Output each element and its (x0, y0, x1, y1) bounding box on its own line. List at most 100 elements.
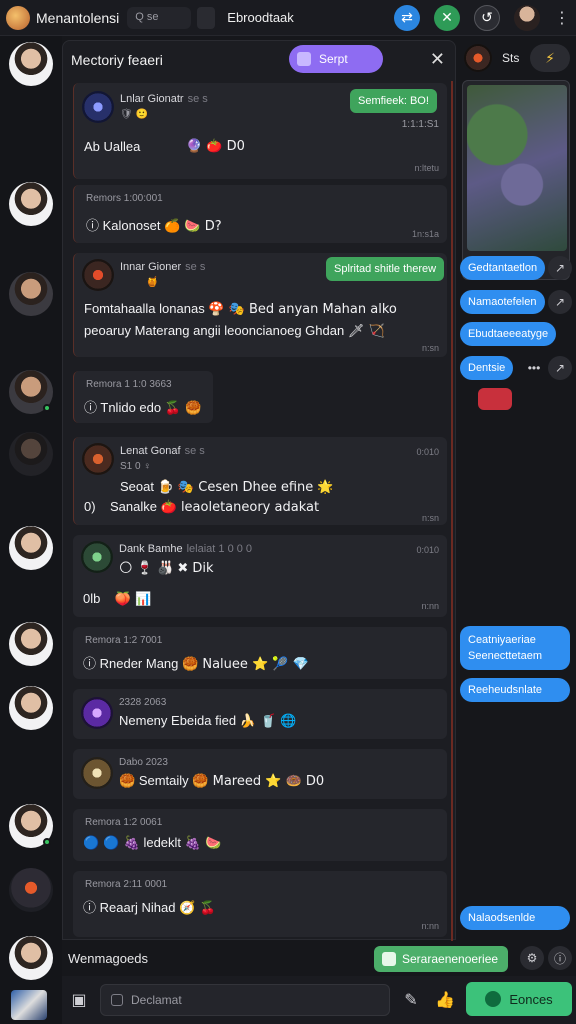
message-card[interactable]: Innar Gioner se s 🍯 Splritad shitle there… (73, 253, 447, 357)
contact-avatar[interactable] (9, 936, 53, 980)
contact-rail (0, 36, 62, 1024)
contact-avatar[interactable] (9, 432, 53, 476)
contact-avatar[interactable] (9, 370, 53, 414)
red-reaction-chip[interactable] (478, 388, 512, 410)
info-icon[interactable]: ⓘ (548, 946, 572, 970)
message-card[interactable]: Lnlar Gionatr se s 🛡 🙂 Semfieek: BO! 1:1:… (73, 83, 447, 179)
contact-avatar[interactable] (9, 804, 53, 848)
message-header: Remora 1:2 0061 (85, 817, 163, 828)
online-indicator (43, 838, 51, 846)
send-button[interactable]: Eonces (466, 982, 572, 1016)
app-title: Menantolensi (36, 9, 120, 26)
arrow-icon[interactable]: ↗ (548, 356, 572, 380)
map-thumbnail (467, 85, 567, 251)
search-pill-button[interactable]: Serpt (289, 45, 383, 73)
chat-title: Mectoriy feaeri (71, 52, 163, 68)
reply-bubble[interactable]: Nalaodsenlde (460, 906, 570, 930)
search-pill-label: Serpt (319, 52, 348, 66)
gear-icon[interactable]: ⚙ (520, 946, 544, 970)
arrow-icon[interactable]: ↗ (548, 290, 572, 314)
top-search-chip[interactable] (197, 6, 216, 29)
message-card[interactable]: Remora 1 1:0 3663 ⓘ Tnlido edo 🍒 🥮 (73, 371, 213, 423)
message-time: 1n:s1a (411, 229, 439, 239)
more-dots-icon[interactable]: ••• (522, 356, 546, 380)
message-footer-time: n:ltetu (414, 163, 439, 173)
user-avatar[interactable] (514, 4, 540, 31)
message-tag[interactable]: Semfieek: BO! (350, 89, 437, 113)
message-author: Innar Gioner se s (120, 261, 206, 273)
more-icon[interactable]: ⋮ (554, 8, 570, 28)
message-header: Remora 1 1:0 3663 (86, 379, 172, 390)
message-card[interactable]: Lenat Gonaf se s S1 0 ♀ 0:010 Seoat 🍺 🎭 C… (73, 437, 447, 525)
top-search-input[interactable]: Q se (127, 6, 192, 29)
send-label: Eonces (509, 991, 553, 1007)
message-body: 🥮 Semtaily 🥮 Mareed ⭐ 🍩 D0 (119, 773, 325, 789)
message-body-line2: peoaruy Materang angii leooncianoeg Ghda… (84, 323, 385, 339)
app-thumbnail[interactable] (11, 990, 47, 1020)
message-author: Lnlar Gionatr se s (120, 93, 208, 105)
message-body: ⓘ Kalonoset 🍊 🍉 D? (86, 218, 222, 234)
message-header: Remors 1:00:001 (86, 193, 163, 204)
share-icon[interactable]: ⇄ (394, 4, 420, 31)
top-actions: ⇄ ✕ ↺ ⋮ (394, 4, 570, 31)
message-body-line1: Seoat 🍺 🎭 Cesen Dhee efine 🌟 (120, 479, 334, 495)
message-avatar (82, 259, 114, 291)
message-time: n:sn (421, 343, 439, 353)
action-pill-button[interactable]: Seraraenenoeriee (374, 946, 508, 972)
message-body: ⓘ Rneder Mang 🥮 Naluee ⭐ 🎾 💎 (83, 656, 309, 672)
scrollbar[interactable] (451, 81, 453, 941)
message-author: Lenat Gonaf se s (120, 445, 205, 457)
message-time: n:nn (421, 921, 439, 931)
close-icon[interactable]: ✕ (434, 4, 460, 31)
thumbs-up-icon[interactable]: 👍 (434, 990, 456, 1010)
history-icon[interactable]: ↺ (474, 4, 500, 31)
reply-bubble[interactable]: Dentsie (460, 356, 514, 380)
close-panel-icon[interactable]: ✕ (430, 49, 445, 70)
tab-ebroodtaak[interactable]: Ebroodtaak (227, 10, 294, 25)
message-card[interactable]: Remors 1:00:001 ⓘ Kalonoset 🍊 🍉 D? 1n:s1… (73, 185, 447, 243)
message-card[interactable]: Remora 2:11 0001 ⓘ Reaarj Nihad 🧭 🍒 n:nn (73, 871, 447, 937)
message-tag[interactable]: Splritad shitle therew (326, 257, 445, 281)
game-preview[interactable] (462, 80, 570, 280)
message-input[interactable]: Declamat (100, 984, 390, 1016)
contact-avatar[interactable] (9, 868, 53, 912)
contact-avatar[interactable] (9, 272, 53, 316)
message-card[interactable]: Remora 1:2 7001 ⓘ Rneder Mang 🥮 Naluee ⭐… (73, 627, 447, 679)
reply-bubble[interactable]: Ceatniyaeriae Seenecttetaem (460, 626, 570, 670)
message-reactions: 🛡 🙂 (120, 109, 149, 120)
message-header: Dabo 2023 (119, 757, 168, 768)
reply-bubble[interactable]: Reeheudsnlate (460, 678, 570, 702)
message-header: Remora 1:2 7001 (85, 635, 163, 646)
emoji-panel-icon[interactable]: ▣ (68, 990, 90, 1010)
bolt-icon[interactable]: ⚡ (530, 44, 570, 72)
chat-header: Mectoriy feaeri (63, 41, 455, 79)
pen-icon[interactable]: ✎ (400, 990, 422, 1010)
message-time: n:nn (421, 601, 439, 611)
message-avatar (82, 443, 114, 475)
message-body-line1: 🌕 🍷 🎳 ✖ Dik (119, 561, 214, 576)
message-avatar (82, 91, 114, 123)
contact-avatar[interactable] (9, 622, 53, 666)
reply-bubble[interactable]: Gedtantaetlon (460, 256, 546, 280)
online-indicator (43, 404, 51, 412)
contact-avatar[interactable] (9, 182, 53, 226)
message-card[interactable]: Remora 1:2 0061 🔵 🔵 🍇 ledeklt 🍇 🍉 (73, 809, 447, 861)
top-bar: Menantolensi Q se Ebroodtaak ⇄ ✕ ↺ ⋮ (0, 0, 576, 36)
message-card[interactable]: Dank Bamhe lelaiat 1 0 0 0 0:010 🌕 🍷 🎳 ✖ … (73, 535, 447, 617)
contact-avatar[interactable] (9, 526, 53, 570)
message-emoji: 🔮 🍅 D0 (186, 139, 245, 154)
reply-bubble[interactable]: Ebudtaeeeatyge (460, 322, 557, 346)
status-text: Wenmagoeds (68, 950, 148, 966)
message-body-line1: Fomtahaalla lonanas 🍄 🎭 Bed anyan Mahan … (84, 301, 397, 317)
reply-bubble[interactable]: Namaotefelen (460, 290, 545, 314)
contact-avatar[interactable] (9, 686, 53, 730)
message-card[interactable]: Dabo 2023 🥮 Semtaily 🥮 Mareed ⭐ 🍩 D0 (73, 749, 447, 799)
message-avatar (81, 697, 113, 729)
message-author: Dank Bamhe lelaiat 1 0 0 0 (119, 543, 253, 555)
message-body: Ab Uallea (84, 139, 141, 154)
message-card[interactable]: 2328 2063 Nemeny Ebeida fied 🍌 🥤 🌐 (73, 689, 447, 739)
arrow-icon[interactable]: ↗ (548, 256, 572, 280)
message-time: 1:1:1:S1 (401, 119, 439, 130)
panel-avatar[interactable] (464, 44, 492, 72)
contact-avatar[interactable] (9, 42, 53, 86)
